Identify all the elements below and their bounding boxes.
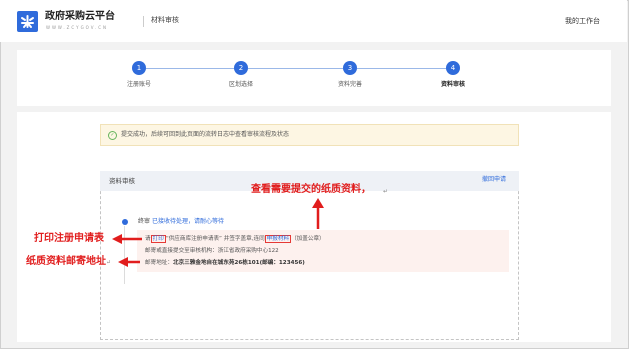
instruction-line-2: 邮寄或直接提交至审核机构：浙江省政府采购中心122 — [145, 248, 279, 254]
top-header: 政府采购云平台 WWW.ZCYGOV.CN 材料审核 我的工作台 — [0, 0, 627, 42]
instruction-line-3: 邮寄地址：北京三雅金地自在城东苑26栋101(邮编：123456) — [145, 259, 305, 267]
annotation-return-mark-2: ↵ — [106, 259, 112, 266]
step-connector — [146, 68, 234, 69]
arrow-up-icon — [312, 198, 324, 229]
mailing-address: 北京三雅金地自在城东苑26栋101(邮编：123456) — [172, 260, 305, 266]
annotation-view-materials: 查看需要提交的纸质资料， — [251, 184, 371, 195]
instr-prefix: 请 — [145, 236, 151, 242]
success-alert: ✓ 提交成功，后续可回到此页面的流转日志中查看审核流程及状态 — [100, 124, 519, 146]
timeline-dot — [122, 219, 128, 225]
status-label: 终审 — [138, 218, 151, 225]
step-1-circle: 1 — [132, 61, 146, 75]
status-value: 已接收待处理，请耐心等待 — [151, 218, 224, 225]
instr-middle: “供应商库注册申请表” 并签字盖章,连同 — [165, 236, 265, 242]
step-3-label: 资料完善 — [337, 81, 362, 88]
instr-suffix: （加盖公章） — [291, 236, 325, 242]
instruction-box: 请打印 “供应商库注册申请表” 并签字盖章,连同 申报材料 （加盖公章） 邮寄或直接提… — [137, 230, 509, 272]
progress-steps — [17, 50, 611, 106]
check-circle-icon: ✓ — [108, 131, 117, 140]
step-1-label: 注册账号 — [126, 81, 151, 88]
arrow-left-icon — [112, 234, 142, 244]
instruction-line-1: 请打印 “供应商库注册申请表” 并签字盖章,连同 申报材料 （加盖公章） — [145, 235, 325, 243]
page-section-title: 材料审核 — [151, 16, 179, 24]
step-2-label: 区划选择 — [228, 81, 253, 88]
print-link[interactable]: 打印 — [150, 235, 166, 243]
brand-name[interactable]: 政府采购云平台 — [45, 11, 115, 23]
withdraw-application-link[interactable]: 撤回申请 — [482, 176, 506, 184]
review-status: 终审 已接收待处理，请耐心等待 — [138, 218, 224, 226]
declaration-materials-link[interactable]: 申报材料 — [264, 235, 292, 243]
annotation-mailing-address: 纸质资料邮寄地址↵ — [26, 256, 111, 269]
step-connector — [357, 68, 446, 69]
header-divider — [143, 16, 144, 27]
step-4-label: 资料审核 — [440, 81, 465, 88]
brand-url: WWW.ZCYGOV.CN — [46, 25, 109, 30]
step-connector — [248, 68, 343, 69]
step-4-circle: 4 — [446, 61, 460, 75]
annotation-print-form: 打印注册申请表 — [34, 233, 104, 244]
logo-icon — [17, 11, 38, 32]
step-3-circle: 3 — [343, 61, 357, 75]
address-label: 邮寄地址： — [145, 260, 173, 266]
my-workbench-link[interactable]: 我的工作台 — [565, 16, 600, 26]
step-2-circle: 2 — [234, 61, 248, 75]
review-title: 资料审核 — [109, 177, 135, 185]
annotation-mailing-text: 纸质资料邮寄地址 — [26, 256, 106, 267]
success-message: 提交成功，后续可回到此页面的流转日志中查看审核流程及状态 — [121, 131, 290, 138]
annotation-return-mark: ↵ — [383, 188, 389, 195]
arrow-left-icon — [118, 257, 140, 267]
